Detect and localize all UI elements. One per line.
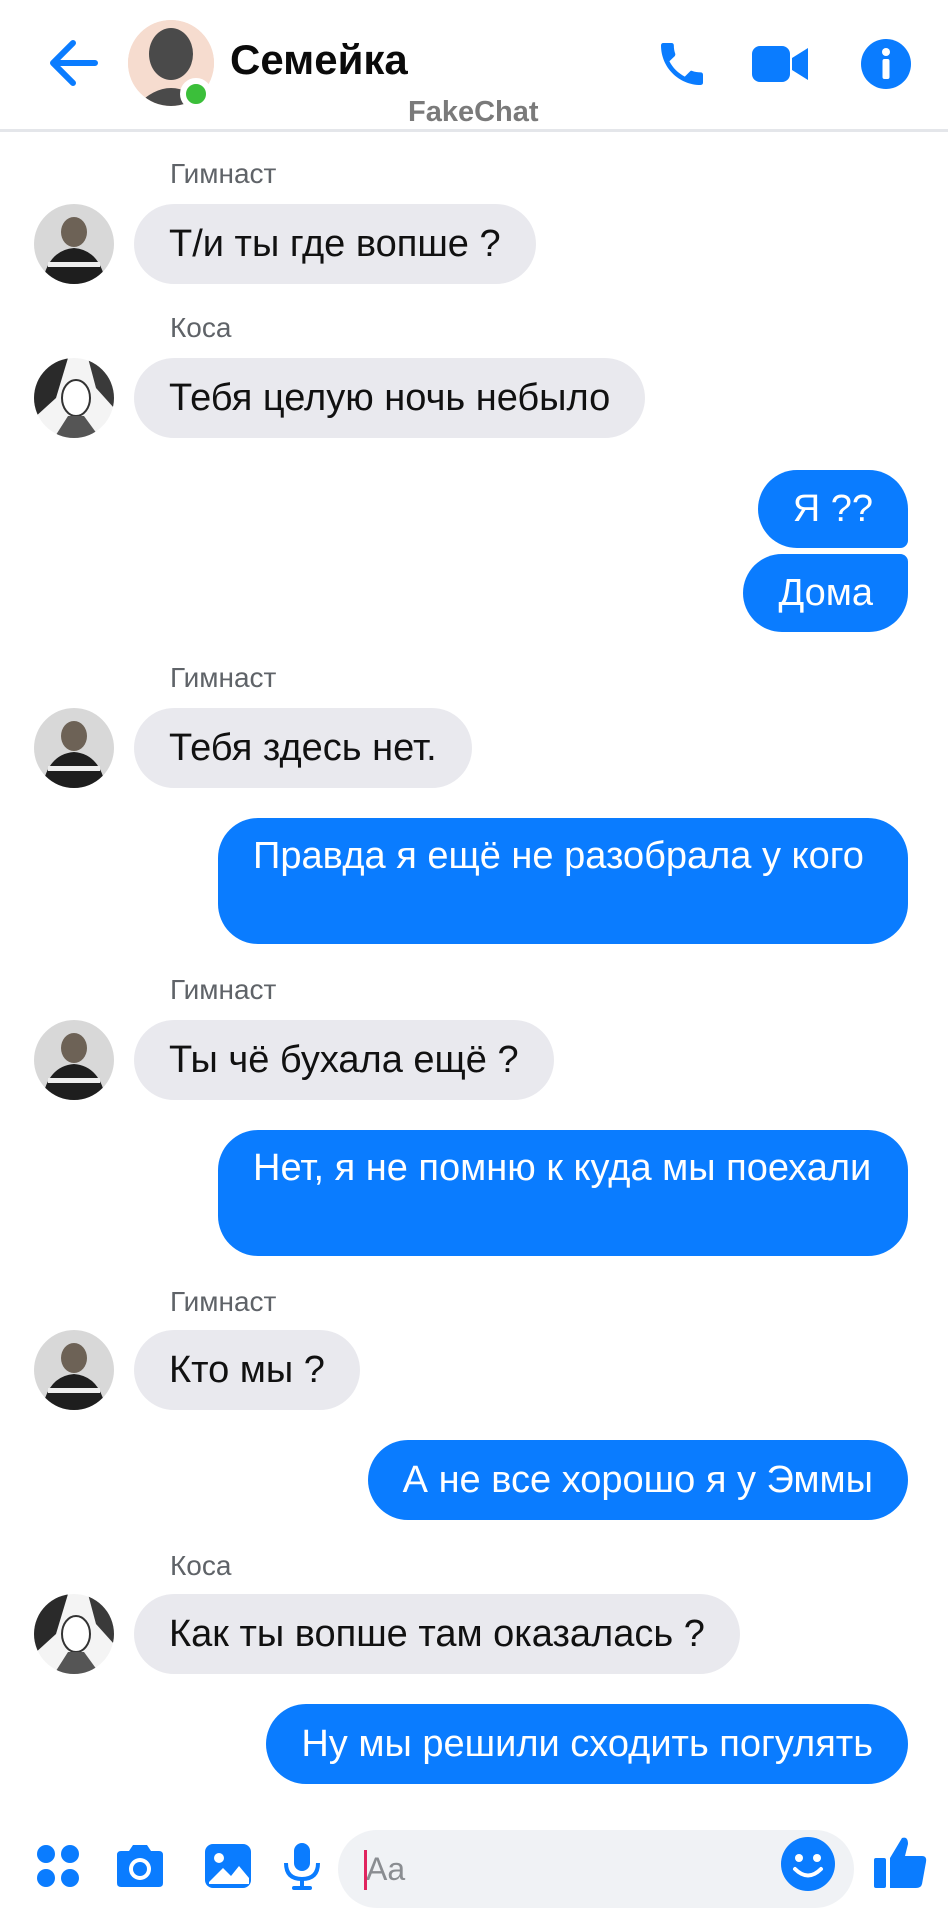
emoji-button[interactable] [780,1836,836,1892]
apps-button[interactable] [30,1838,86,1894]
video-call-button[interactable] [744,30,816,98]
avatar-kosa[interactable] [34,358,114,438]
chat-header: Семейка FakeChat [0,0,948,132]
sender-name: Гимнаст [170,1286,277,1317]
message-bubble-outgoing[interactable]: Ну мы решили сходить погулять [266,1704,908,1784]
avatar-gimnast[interactable] [34,708,114,788]
message-input[interactable] [338,1830,854,1908]
online-status-dot [180,78,212,110]
sender-name: Коса [170,1550,232,1581]
camera-icon [117,1845,163,1887]
grid-dots-icon [37,1845,79,1887]
message-bubble-incoming[interactable]: Ты чё бухала ещё ? [134,1020,554,1100]
sender-name: Гимнаст [170,158,277,189]
message-bubble-incoming[interactable]: Как ты вопше там оказалась ? [134,1594,740,1674]
message-bubble-outgoing[interactable]: А не все хорошо я у Эммы [367,1440,908,1520]
gallery-button[interactable] [200,1838,256,1894]
message-bubble-outgoing[interactable]: Дома [743,554,908,632]
sender-name: Гимнаст [170,662,277,693]
avatar-gimnast[interactable] [34,1330,114,1410]
smiley-icon [781,1837,835,1891]
like-button[interactable] [872,1834,928,1890]
avatar-kosa[interactable] [34,1594,114,1674]
message-bubble-outgoing[interactable]: Нет, я не помню к куда мы поехали [218,1130,908,1256]
video-camera-icon [752,46,808,82]
message-bubble-incoming[interactable]: Т/и ты где вопше ? [134,204,536,284]
sender-name: Гимнаст [170,974,277,1005]
watermark: FakeChat [408,96,539,128]
info-icon [861,39,911,89]
call-button[interactable] [646,30,718,98]
image-icon [205,1844,251,1888]
message-bubble-outgoing[interactable]: Я ?? [757,470,908,548]
message-bubble-incoming[interactable]: Кто мы ? [134,1330,360,1410]
sender-name: Коса [170,312,232,343]
text-cursor [364,1850,367,1890]
composer-bar [0,1810,948,1920]
voice-button[interactable] [274,1838,330,1894]
message-bubble-incoming[interactable]: Тебя целую ночь небыло [134,358,646,438]
message-bubble-incoming[interactable]: Тебя здесь нет. [134,708,472,788]
chat-title[interactable]: Семейка [230,36,408,84]
avatar-gimnast[interactable] [34,1020,114,1100]
thumbs-up-icon [874,1837,927,1888]
message-bubble-outgoing[interactable]: Правда я ещё не разобрала у кого [218,818,908,944]
back-button[interactable] [40,28,106,98]
microphone-icon [284,1843,320,1890]
avatar-gimnast[interactable] [34,204,114,284]
phone-icon [661,43,703,85]
camera-button[interactable] [112,1838,168,1894]
arrow-left-icon [50,40,98,86]
info-button[interactable] [850,30,922,98]
